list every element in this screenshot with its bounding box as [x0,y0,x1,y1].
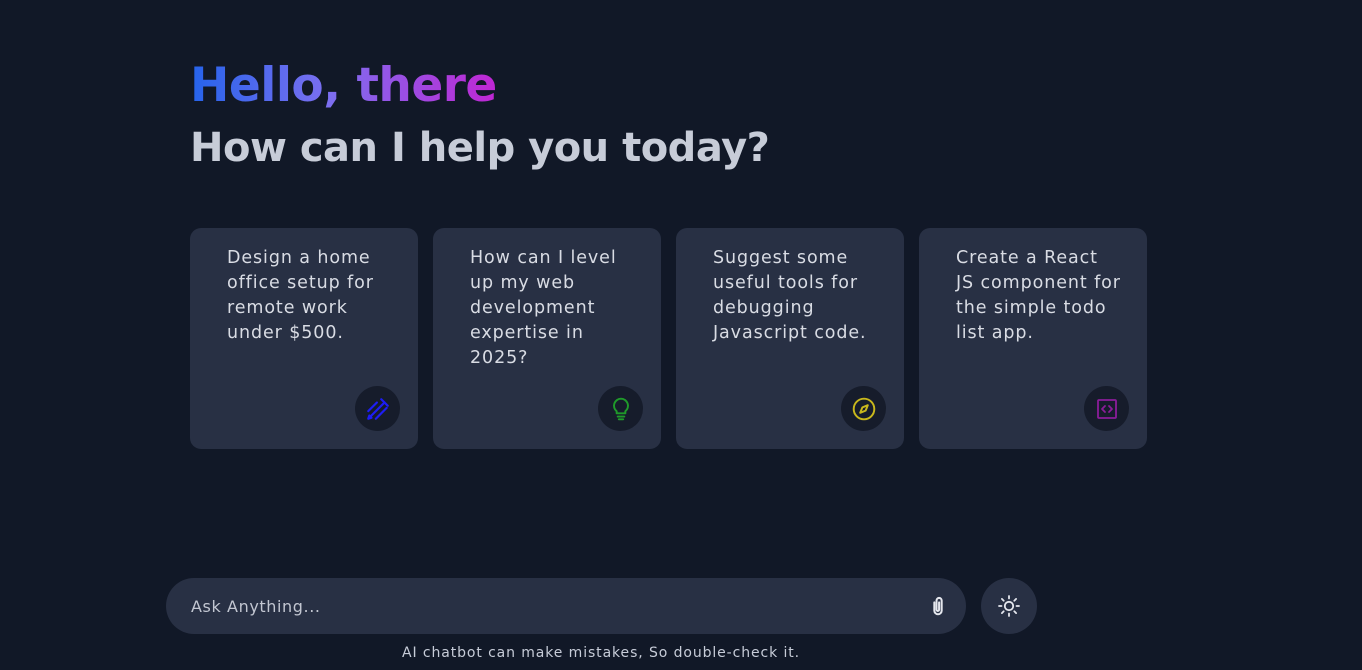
greeting-title: Hello, there [190,54,497,118]
suggestion-text: Design a home office setup for remote wo… [227,248,374,343]
suggestion-text: Create a React JS component for the simp… [956,248,1121,343]
lightbulb-icon [598,386,643,431]
suggestion-card-react[interactable]: Create a React JS component for the simp… [919,228,1147,449]
prompt-bar [166,578,966,634]
suggestion-text: Suggest some useful tools for debugging … [713,248,867,343]
disclaimer-text: AI chatbot can make mistakes, So double-… [401,645,801,661]
light-mode-icon[interactable] [981,578,1037,634]
prompt-input[interactable] [191,578,911,634]
paperclip-icon[interactable] [926,594,950,618]
explore-icon [841,386,886,431]
chat-app: Hello, there How can I help you today? D… [0,0,1362,670]
suggestion-list: Design a home office setup for remote wo… [190,228,1147,449]
suggestion-text: How can I level up my web development ex… [470,248,617,368]
draw-icon [355,386,400,431]
code-blocks-icon [1084,386,1129,431]
suggestion-card-home-office[interactable]: Design a home office setup for remote wo… [190,228,418,449]
page-subtitle: How can I help you today? [190,125,770,171]
suggestion-card-debugging[interactable]: Suggest some useful tools for debugging … [676,228,904,449]
suggestion-card-web-dev[interactable]: How can I level up my web development ex… [433,228,661,449]
